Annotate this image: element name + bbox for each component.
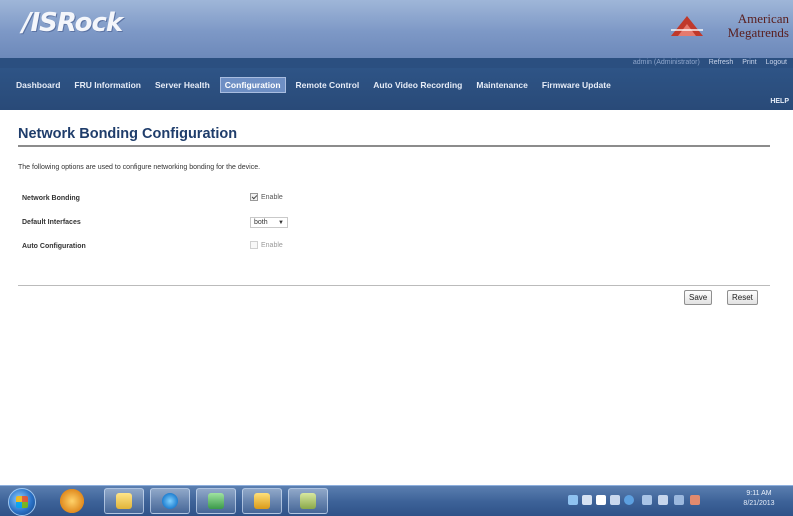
tray-icon-8[interactable]	[690, 495, 700, 505]
clock-date: 8/21/2013	[743, 500, 775, 507]
nav-configuration[interactable]: Configuration	[219, 77, 286, 93]
logout-link[interactable]: Logout	[766, 59, 787, 66]
taskbar-explorer-button[interactable]	[104, 488, 144, 514]
start-button[interactable]	[8, 488, 36, 516]
nav-dashboard[interactable]: Dashboard	[12, 78, 64, 92]
ami-logo: American Megatrends	[669, 12, 789, 44]
main-navigation: Dashboard FRU Information Server Health Con…	[0, 68, 793, 110]
page-title: Network Bonding Configuration	[18, 126, 770, 147]
tray-icon-7[interactable]	[658, 495, 668, 505]
default-interfaces-value: both	[254, 219, 268, 226]
taskbar-ie-button[interactable]	[150, 488, 190, 514]
asrock-logo: /ISRock	[22, 8, 123, 38]
tray-icon-1[interactable]	[568, 495, 578, 505]
save-button[interactable]: Save	[684, 290, 713, 305]
media-player-icon[interactable]	[60, 489, 84, 513]
tray-icon-6[interactable]	[642, 495, 652, 505]
network-bonding-row: Network Bonding Enable	[22, 193, 352, 207]
top-links-bar: admin (Administrator) Refresh Print Logo…	[0, 58, 793, 68]
dropdown-arrow-icon: ▼	[278, 219, 284, 226]
nav-maintenance[interactable]: Maintenance	[472, 78, 532, 92]
default-interfaces-select[interactable]: both ▼	[250, 217, 288, 228]
help-link[interactable]: HELP	[770, 98, 789, 105]
auto-configuration-enable-label[interactable]: Enable	[261, 242, 283, 249]
system-tray	[568, 492, 718, 510]
refresh-link[interactable]: Refresh	[709, 59, 734, 66]
windows-taskbar: 9:11 AM 8/21/2013	[0, 485, 793, 516]
nav-auto-video-recording[interactable]: Auto Video Recording	[369, 78, 466, 92]
auto-configuration-row: Auto Configuration Enable	[22, 241, 352, 255]
tool-icon	[300, 493, 316, 509]
folder-icon	[116, 493, 132, 509]
default-interfaces-row: Default Interfaces both ▼	[22, 217, 352, 231]
tray-icon-4[interactable]	[610, 495, 620, 505]
browser-icon	[162, 493, 178, 509]
default-interfaces-label: Default Interfaces	[22, 219, 81, 226]
page-description: The following options are used to config…	[18, 164, 261, 171]
taskbar-app-button[interactable]	[242, 488, 282, 514]
tray-icon-5[interactable]	[624, 495, 634, 505]
header-banner: /ISRock American Megatrends	[0, 0, 793, 58]
reset-button[interactable]: Reset	[727, 290, 758, 305]
nav-server-health[interactable]: Server Health	[151, 78, 214, 92]
ami-line-2: Megatrends	[727, 25, 789, 40]
logged-in-user: admin (Administrator)	[632, 59, 700, 66]
nav-fru-information[interactable]: FRU Information	[70, 78, 145, 92]
nav-remote-control[interactable]: Remote Control	[292, 78, 364, 92]
network-bonding-checkbox[interactable]	[250, 193, 258, 201]
taskbar-tool-button[interactable]	[288, 488, 328, 514]
print-link[interactable]: Print	[742, 59, 756, 66]
taskbar-clock[interactable]: 9:11 AM 8/21/2013	[731, 489, 787, 513]
auto-configuration-label: Auto Configuration	[22, 243, 86, 250]
network-icon	[208, 493, 224, 509]
ami-triangle-icon	[671, 16, 703, 36]
tray-icon-3[interactable]	[596, 495, 606, 505]
tray-icon-2[interactable]	[582, 495, 592, 505]
network-bonding-enable-label[interactable]: Enable	[261, 194, 283, 201]
ami-vendor-text: American Megatrends	[709, 12, 789, 40]
main-content: Network Bonding Configuration The follow…	[18, 118, 770, 171]
form-divider	[18, 285, 770, 286]
clock-time: 9:11 AM	[746, 490, 772, 497]
network-bonding-label: Network Bonding	[22, 195, 80, 202]
ami-line-1: American	[737, 11, 789, 26]
app-icon	[254, 493, 270, 509]
nav-firmware-update[interactable]: Firmware Update	[538, 78, 615, 92]
taskbar-network-button[interactable]	[196, 488, 236, 514]
auto-configuration-checkbox[interactable]	[250, 241, 258, 249]
volume-icon[interactable]	[674, 495, 684, 505]
